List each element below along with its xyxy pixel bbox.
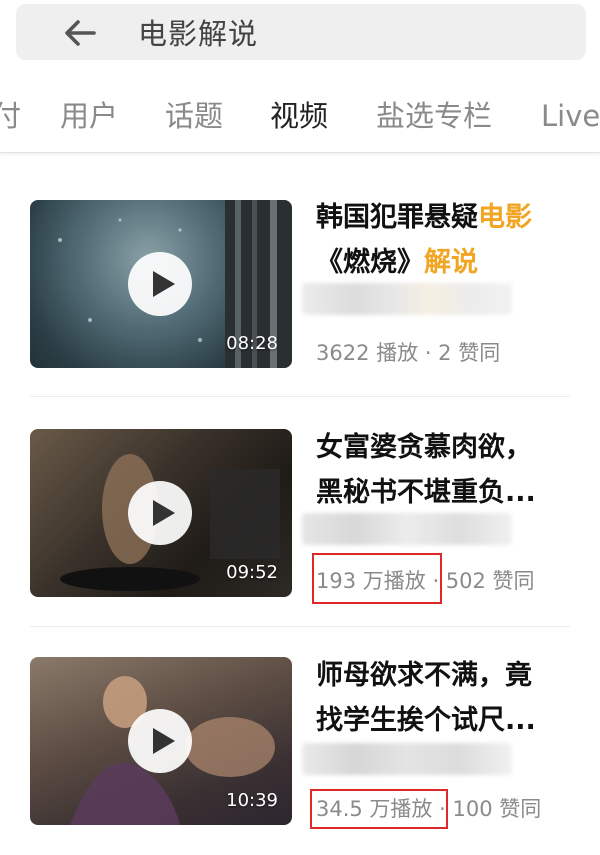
play-icon[interactable] <box>128 709 192 773</box>
back-arrow-icon[interactable] <box>60 16 100 50</box>
title-highlight: 解说 <box>424 247 478 278</box>
search-query[interactable]: 电影解说 <box>138 16 258 52</box>
title-line-2: 找学生挨个试尺... <box>316 705 536 736</box>
video-title[interactable]: 师母欲求不满，竟 找学生挨个试尺... <box>316 653 576 743</box>
tab-salt-column[interactable]: 盐选专栏 <box>376 96 492 136</box>
video-card[interactable]: 08:28 韩国犯罪悬疑电影 《燃烧》解说 3622 播放 · 2 赞同 <box>0 195 600 395</box>
video-card[interactable]: 10:39 师母欲求不满，竟 找学生挨个试尺... 34.5 万播放 · 100… <box>0 653 600 853</box>
video-thumbnail[interactable]: 09:52 <box>30 429 292 597</box>
title-line-1: 女富婆贪慕肉欲， <box>316 432 532 463</box>
divider <box>30 396 570 397</box>
video-stats: 3622 播放 · 2 赞同 <box>316 338 500 368</box>
video-title[interactable]: 韩国犯罪悬疑电影 《燃烧》解说 <box>316 195 576 285</box>
video-card[interactable]: 09:52 女富婆贪慕肉欲， 黑秘书不堪重负... 193 万播放 · 502 … <box>0 425 600 625</box>
blurred-author <box>302 283 512 315</box>
title-line-2: 黑秘书不堪重负... <box>316 477 536 508</box>
title-highlight: 电影 <box>478 202 532 233</box>
video-title[interactable]: 女富婆贪慕肉欲， 黑秘书不堪重负... <box>316 425 576 515</box>
search-bar[interactable]: 电影解说 <box>16 4 586 60</box>
video-duration: 10:39 <box>226 790 278 811</box>
tab-users[interactable]: 用户 <box>60 96 118 136</box>
like-count: · 502 赞同 <box>432 569 535 593</box>
divider <box>30 626 570 627</box>
like-count: · 2 赞同 <box>424 341 501 365</box>
tab-videos[interactable]: 视频 <box>270 96 328 136</box>
play-icon[interactable] <box>128 252 192 316</box>
tab-topics[interactable]: 话题 <box>165 96 223 136</box>
video-duration: 09:52 <box>226 562 278 583</box>
play-count: 3622 播放 <box>316 341 419 365</box>
title-text: 韩国犯罪悬疑 <box>316 202 478 233</box>
title-line-1: 师母欲求不满，竟 <box>316 660 532 691</box>
video-thumbnail[interactable]: 10:39 <box>30 657 292 825</box>
tab-bar: 付 用户 话题 视频 盐选专栏 Live <box>0 80 600 153</box>
tab-live[interactable]: Live <box>541 96 600 136</box>
video-thumbnail[interactable]: 08:28 <box>30 200 292 368</box>
highlight-box <box>312 553 442 604</box>
video-duration: 08:28 <box>226 333 278 354</box>
play-icon[interactable] <box>128 481 192 545</box>
blurred-author <box>302 513 512 545</box>
top-bar: 电影解说 <box>0 0 600 80</box>
blurred-author <box>302 743 512 775</box>
highlight-box <box>310 789 448 829</box>
tab-partial[interactable]: 付 <box>0 96 21 136</box>
title-text: 《燃烧》 <box>316 247 424 278</box>
like-count: · 100 赞同 <box>439 797 542 821</box>
